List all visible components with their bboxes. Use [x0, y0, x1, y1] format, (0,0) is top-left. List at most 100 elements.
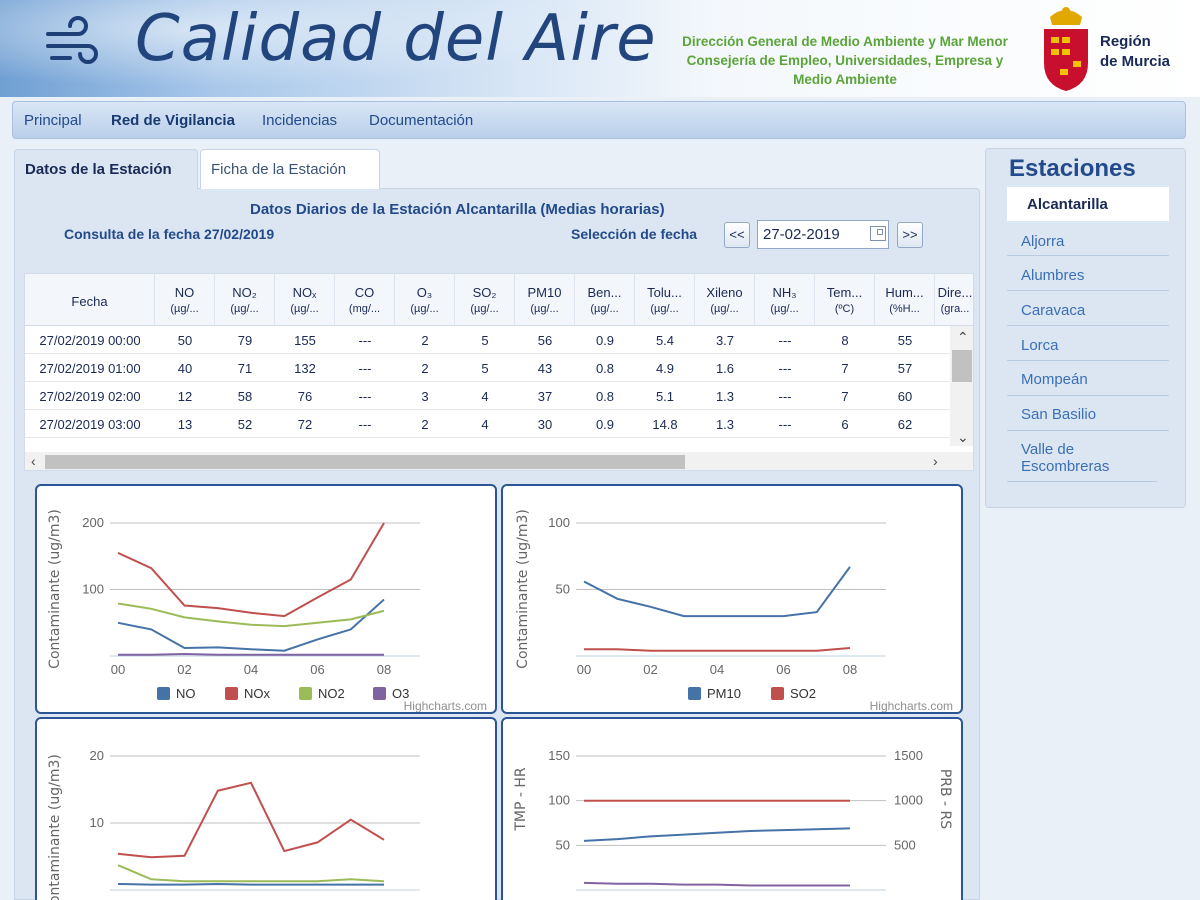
series-line [118, 652, 384, 656]
x-tick-label: 00 [577, 662, 591, 677]
horizontal-scrollbar[interactable] [25, 452, 973, 470]
tab-datos-estacion[interactable]: Datos de la Estación [14, 149, 198, 189]
table-cell: --- [358, 361, 372, 376]
scroll-left-icon[interactable]: ‹ [31, 453, 36, 469]
scroll-up-icon[interactable]: ⌃ [957, 329, 969, 346]
y-axis-label: Contaminante (ug/m3) [515, 509, 531, 669]
station-alumbres[interactable]: Alumbres [1007, 257, 1169, 291]
site-header: Calidad del Aire Dirección General de Me… [0, 0, 1200, 97]
table-cell: 0.9 [595, 417, 615, 432]
scroll-down-icon[interactable]: ⌄ [957, 429, 969, 446]
x-tick-label: 02 [177, 662, 191, 677]
station-mompean[interactable]: Mompeán [1007, 362, 1169, 396]
series-line [117, 781, 385, 859]
table-cell: 52 [237, 417, 253, 432]
y-right-axis-label: PRB - RS [937, 769, 953, 829]
legend-swatch[interactable] [225, 687, 238, 700]
nav-documentacion[interactable]: Documentación [369, 112, 473, 129]
table-cell: 7 [841, 389, 849, 404]
date-selector-label: Selección de fecha [571, 226, 698, 242]
column-header[interactable]: NO₂ (µg/... [215, 274, 275, 326]
station-lorca[interactable]: Lorca [1007, 327, 1169, 361]
station-valle-escombreras[interactable]: Valle de Escombreras [1007, 432, 1157, 482]
table-cell: 50 [177, 333, 193, 348]
station-alcantarilla[interactable]: Alcantarilla [1007, 187, 1169, 221]
scroll-right-icon[interactable]: › [933, 453, 938, 469]
region-line: de Murcia [1100, 53, 1171, 70]
table-cell: 4 [481, 389, 489, 404]
table-cell: 132 [294, 361, 316, 376]
chart-btx: 10 20 Contaminante (ug/m3) [35, 717, 497, 900]
chart-credit[interactable]: Highcharts.com [404, 699, 487, 713]
table-cell: 57 [897, 361, 913, 376]
column-header[interactable]: NO (µg/... [155, 274, 215, 326]
column-header[interactable]: SO₂ (µg/... [455, 274, 515, 326]
station-san-basilio[interactable]: San Basilio [1007, 397, 1169, 431]
table-cell: 1.3 [715, 417, 735, 432]
chart-pm10-so2: 50 100 00 02 04 06 08 Contaminante (ug/m3) PM10 S… [501, 484, 963, 714]
table-cell: 27/02/2019 00:00 [39, 333, 141, 348]
y-tick-label: 50 [556, 837, 570, 852]
table-cell: --- [778, 417, 792, 432]
table-cell: 5.4 [655, 333, 675, 348]
y-axis-label: Contaminante (ug/m3) [47, 509, 63, 669]
station-caravaca[interactable]: Caravaca [1007, 292, 1169, 326]
nav-incidencias[interactable]: Incidencias [262, 112, 337, 129]
y-right-tick-label: 500 [894, 837, 916, 852]
legend-label[interactable]: NOx [244, 686, 271, 701]
table-cell: 72 [297, 417, 313, 432]
table-row: 27/02/2019 00:00 50 79 155 --- 2 5 56 0.9 5.4 3.7 -… [25, 326, 950, 354]
legend-swatch[interactable] [373, 687, 386, 700]
column-header[interactable]: Fecha [25, 274, 155, 326]
series-line [117, 864, 385, 883]
legend-label[interactable]: NO2 [318, 686, 345, 701]
tab-ficha-estacion[interactable]: Ficha de la Estación [200, 149, 380, 189]
nav-red-de-vigilancia[interactable]: Red de Vigilancia [111, 112, 235, 129]
column-header[interactable]: Xileno (µg/... [695, 274, 755, 326]
table-header: Fecha NO (µg/... NO₂ (µg/... NOₓ (µg/... CO… [25, 274, 973, 326]
legend-swatch[interactable] [771, 687, 784, 700]
column-header[interactable]: NH₃ (µg/... [755, 274, 815, 326]
calendar-icon[interactable] [870, 226, 886, 241]
column-header[interactable]: NOₓ (µg/... [275, 274, 335, 326]
table-cell: 37 [537, 389, 553, 404]
column-header[interactable]: Dire... (gra... [935, 274, 973, 326]
chart-credit[interactable]: Highcharts.com [870, 699, 953, 713]
table-row: 27/02/2019 02:00 12 58 76 --- 3 4 37 0.8 5.1 1.3 --… [25, 382, 950, 410]
table-cell: --- [358, 333, 372, 348]
site-title: Calidad del Aire [135, 2, 657, 76]
station-aljorra[interactable]: Aljorra [1007, 222, 1169, 256]
table-cell: 71 [237, 361, 253, 376]
org-text: Dirección General de Medio Ambiente y Ma… [655, 32, 1035, 89]
column-header[interactable]: PM10 (µg/... [515, 274, 575, 326]
legend-swatch[interactable] [299, 687, 312, 700]
legend-label[interactable]: SO2 [790, 686, 816, 701]
table-cell: 4.9 [655, 361, 675, 376]
org-line: Consejería de Empleo, Universidades, Emp… [686, 53, 1004, 68]
legend-swatch[interactable] [157, 687, 170, 700]
legend-label[interactable]: NO [176, 686, 196, 701]
table-cell: 4 [481, 417, 489, 432]
column-header[interactable]: Hum... (%H... [875, 274, 935, 326]
column-header[interactable]: O₃ (µg/... [395, 274, 455, 326]
column-header[interactable]: CO (mg/... [335, 274, 395, 326]
table-cell: --- [778, 361, 792, 376]
scrollbar-thumb[interactable] [45, 455, 685, 469]
prev-day-button[interactable]: << [724, 222, 750, 248]
table-cell: 5 [481, 361, 489, 376]
org-line: Dirección General de Medio Ambiente y Ma… [682, 34, 1008, 49]
column-header[interactable]: Tolu... (µg/... [635, 274, 695, 326]
legend-swatch[interactable] [688, 687, 701, 700]
table-cell: 79 [237, 333, 253, 348]
table-cell: 62 [897, 417, 913, 432]
line-chart: 100 200 00 02 04 06 08 Contaminante (ug/m3) NO NO… [47, 509, 487, 713]
column-header[interactable]: Tem... (ºC) [815, 274, 875, 326]
legend-label[interactable]: PM10 [707, 686, 741, 701]
table-cell: 155 [294, 333, 316, 348]
nav-principal[interactable]: Principal [24, 112, 82, 129]
table-cell: 1.3 [715, 389, 735, 404]
column-header[interactable]: Ben... (µg/... [575, 274, 635, 326]
table-cell: 0.9 [595, 333, 615, 348]
next-day-button[interactable]: >> [897, 222, 923, 248]
scrollbar-thumb[interactable] [952, 350, 972, 382]
